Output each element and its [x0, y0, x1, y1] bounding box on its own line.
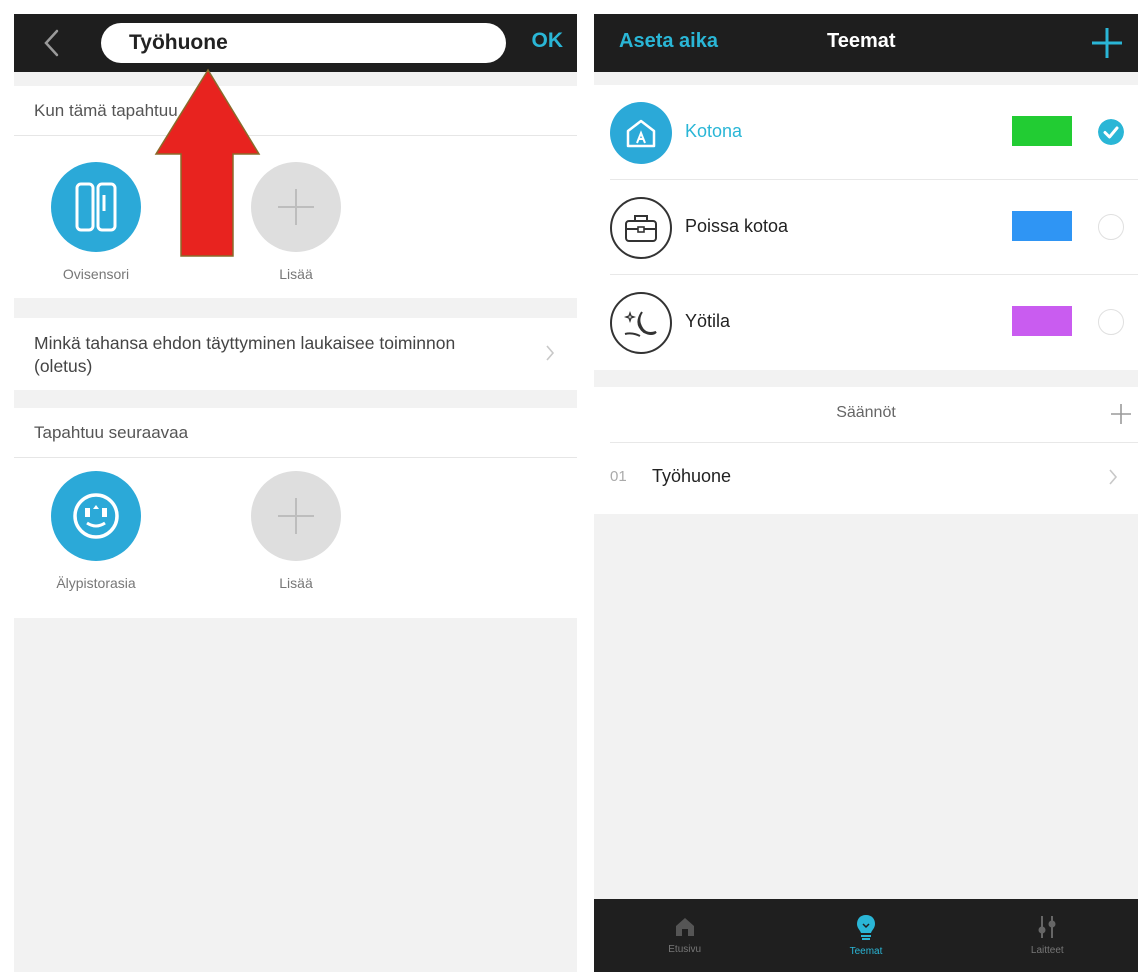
plus-icon [251, 162, 341, 252]
smart-plug-icon [51, 471, 141, 561]
action-section-label: Tapahtuu seuraavaa [14, 408, 577, 458]
themes-header: Aseta aika Teemat [594, 14, 1138, 72]
tab-devices[interactable]: Laitteet [957, 899, 1138, 972]
scene-name-input[interactable] [101, 23, 506, 63]
theme-name: Yötila [685, 311, 731, 331]
briefcase-icon [610, 197, 672, 259]
ok-button[interactable]: OK [532, 29, 564, 53]
add-action-button[interactable]: Lisää [241, 471, 351, 591]
rules-title: Säännöt [836, 404, 896, 421]
action-device-smart-plug[interactable]: Älypistorasia [41, 471, 151, 591]
add-action-label: Lisää [279, 575, 313, 591]
chevron-right-icon [546, 345, 555, 361]
scene-editor-header: OK [14, 14, 577, 72]
plus-icon [251, 471, 341, 561]
action-section: Tapahtuu seuraavaa Älypistorasia Lisää [14, 408, 577, 618]
trigger-section-label: Kun tämä tapahtuu [14, 86, 577, 136]
rules-section: Säännöt 01 Työhuone [594, 387, 1138, 514]
tab-label: Laitteet [1030, 945, 1064, 956]
page-title: Teemat [827, 30, 896, 52]
theme-name: Poissa kotoa [685, 216, 789, 236]
tab-home[interactable]: Etusivu [594, 899, 775, 972]
trigger-device-label: Ovisensori [62, 266, 130, 282]
theme-color-swatch [1012, 211, 1072, 241]
lightbulb-icon [856, 915, 875, 940]
themes-panel: Aseta aika Teemat Kotona Poissa kotoa Yö… [594, 14, 1138, 972]
add-rule-button[interactable] [1110, 403, 1132, 425]
back-button[interactable] [36, 26, 66, 60]
trigger-device-door-sensor[interactable]: Ovisensori [41, 162, 151, 282]
theme-item-home[interactable]: Kotona [610, 85, 1138, 180]
condition-row[interactable]: Minkä tahansa ehdon täyttyminen laukaise… [14, 318, 577, 390]
moon-icon [610, 292, 672, 354]
set-time-button[interactable]: Aseta aika [619, 30, 718, 53]
radio-unselected[interactable] [1098, 309, 1124, 335]
tab-label: Etusivu [668, 944, 702, 955]
chevron-right-icon [1109, 469, 1118, 485]
tab-label: Teemat [849, 946, 883, 957]
scene-editor-panel: OK Kun tämä tapahtuu Ovisensori Lisää Mi… [14, 14, 577, 972]
add-theme-button[interactable] [1090, 26, 1124, 60]
condition-text: Minkä tahansa ehdon täyttyminen laukaise… [34, 333, 456, 376]
home-icon [610, 102, 672, 164]
rules-header: Säännöt [610, 387, 1138, 443]
trigger-section: Kun tämä tapahtuu Ovisensori Lisää [14, 86, 577, 298]
theme-list: Kotona Poissa kotoa Yötila [594, 85, 1138, 370]
door-sensor-icon [51, 162, 141, 252]
theme-name: Kotona [685, 121, 743, 141]
annotation-arrow-icon [154, 68, 261, 257]
bottom-tab-bar: Etusivu Teemat Laitteet [594, 899, 1138, 972]
theme-color-swatch [1012, 116, 1072, 146]
rule-name: Työhuone [652, 466, 732, 486]
radio-unselected[interactable] [1098, 214, 1124, 240]
add-trigger-label: Lisää [279, 266, 313, 282]
rule-item[interactable]: 01 Työhuone [594, 443, 1138, 513]
tab-themes[interactable]: Teemat [775, 899, 956, 972]
chevron-left-icon [44, 29, 59, 57]
action-device-label: Älypistorasia [56, 575, 136, 591]
theme-item-away[interactable]: Poissa kotoa [610, 180, 1138, 275]
theme-color-swatch [1012, 306, 1072, 336]
home-icon [675, 918, 694, 936]
rule-number: 01 [610, 468, 627, 485]
devices-icon [1038, 916, 1056, 938]
theme-item-night[interactable]: Yötila [610, 275, 1138, 370]
check-circle-icon[interactable] [1098, 119, 1124, 145]
